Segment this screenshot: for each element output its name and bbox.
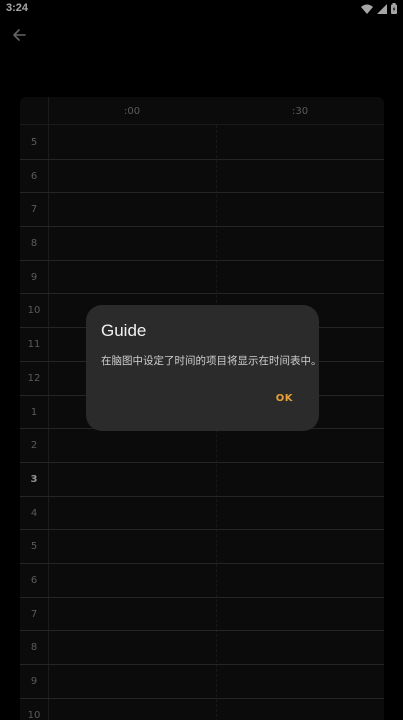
- ok-button[interactable]: OK: [272, 391, 297, 406]
- dialog-message: 在脑图中设定了时间的项目将显示在时间表中。: [101, 355, 322, 367]
- guide-dialog: Guide 在脑图中设定了时间的项目将显示在时间表中。 OK: [86, 305, 322, 431]
- dialog-title: Guide: [101, 321, 147, 340]
